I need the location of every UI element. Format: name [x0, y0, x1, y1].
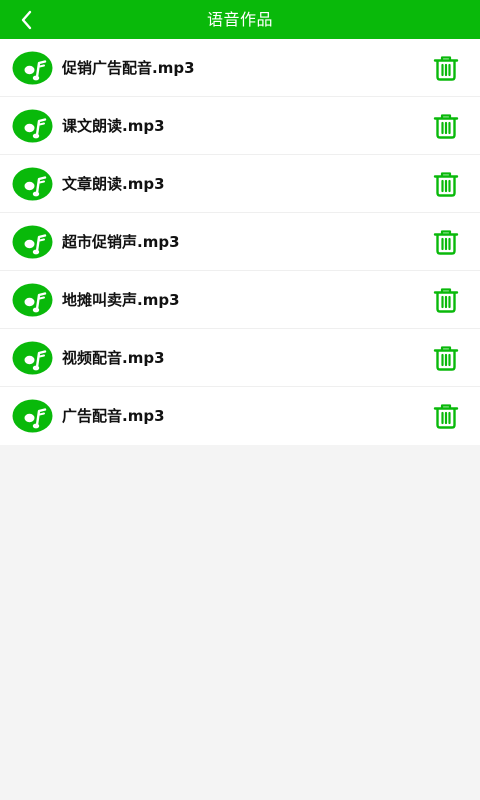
music-disc-icon [12, 399, 53, 433]
trash-icon [433, 288, 459, 313]
file-name: 课文朗读.mp3 [62, 117, 165, 135]
delete-button[interactable] [431, 343, 461, 373]
trash-icon [433, 404, 459, 429]
delete-button[interactable] [431, 227, 461, 257]
file-name: 地摊叫卖声.mp3 [62, 291, 180, 309]
music-disc-icon [12, 109, 53, 143]
list-item[interactable]: 视频配音.mp3 [0, 329, 480, 387]
file-name: 广告配音.mp3 [62, 407, 165, 425]
list-item[interactable]: 广告配音.mp3 [0, 387, 480, 445]
music-disc-icon [12, 341, 53, 375]
delete-button[interactable] [431, 111, 461, 141]
music-disc-icon [12, 283, 53, 317]
delete-button[interactable] [431, 169, 461, 199]
file-name: 视频配音.mp3 [62, 349, 165, 367]
trash-icon [433, 172, 459, 197]
list-item[interactable]: 课文朗读.mp3 [0, 97, 480, 155]
trash-icon [433, 114, 459, 139]
music-disc-icon [12, 167, 53, 201]
audio-file-list: 促销广告配音.mp3 课文朗读.mp3 文章朗读.mp3 超市促销声.mp3 地… [0, 39, 480, 445]
music-disc-icon [12, 51, 53, 85]
file-name: 文章朗读.mp3 [62, 175, 165, 193]
delete-button[interactable] [431, 401, 461, 431]
trash-icon [433, 56, 459, 81]
list-item[interactable]: 超市促销声.mp3 [0, 213, 480, 271]
file-name: 超市促销声.mp3 [62, 233, 180, 251]
music-disc-icon [12, 225, 53, 259]
list-item[interactable]: 促销广告配音.mp3 [0, 39, 480, 97]
app-header: 语音作品 [0, 0, 480, 39]
trash-icon [433, 346, 459, 371]
file-name: 促销广告配音.mp3 [62, 59, 195, 77]
page-title: 语音作品 [206, 10, 273, 29]
delete-button[interactable] [431, 285, 461, 315]
delete-button[interactable] [431, 53, 461, 83]
list-item[interactable]: 文章朗读.mp3 [0, 155, 480, 213]
list-item[interactable]: 地摊叫卖声.mp3 [0, 271, 480, 329]
trash-icon [433, 230, 459, 255]
